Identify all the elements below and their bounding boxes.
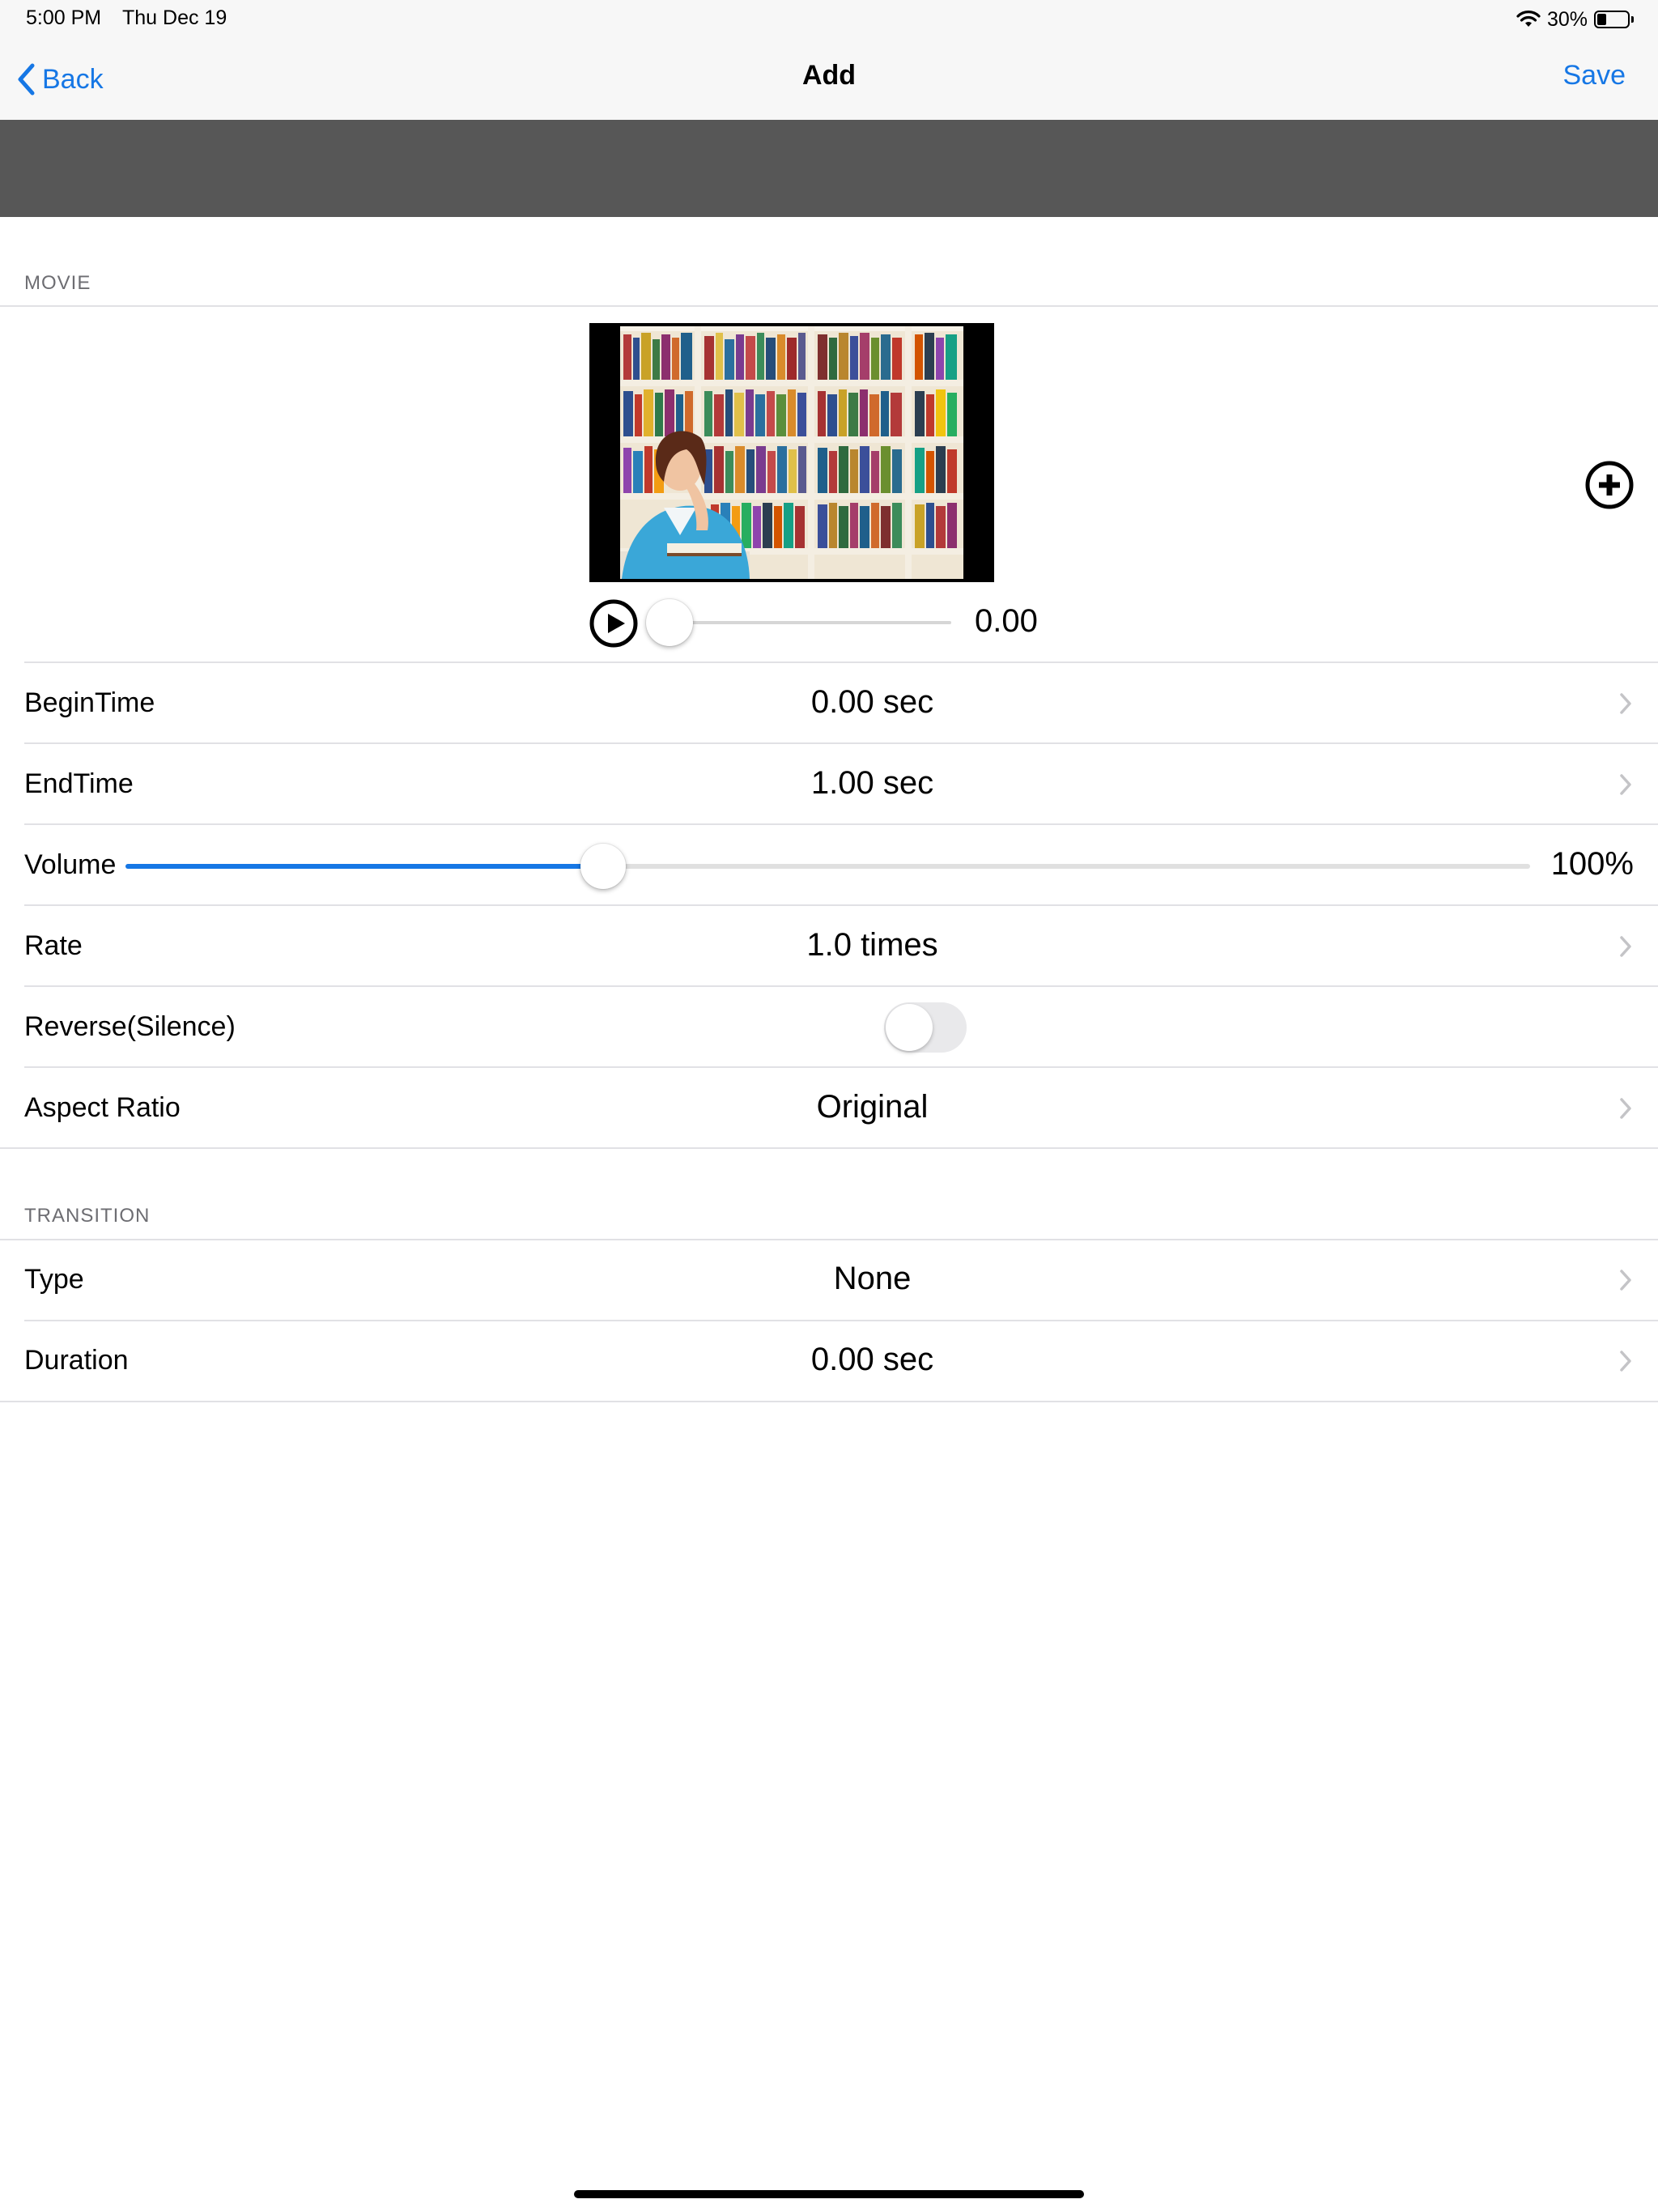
playback-time: 0.00	[975, 603, 1038, 639]
volume-value: 100%	[1550, 846, 1634, 882]
save-button[interactable]: Save	[1563, 60, 1626, 91]
wifi-icon	[1516, 11, 1541, 27]
playback-scrubber-thumb[interactable]	[646, 599, 693, 646]
banner	[0, 120, 1658, 217]
home-indicator[interactable]	[574, 2190, 1084, 2198]
add-circle-icon[interactable]	[1584, 460, 1635, 510]
movie-thumbnail[interactable]	[589, 323, 994, 582]
chevron-right-icon	[1620, 936, 1631, 957]
status-date: Thu Dec 19	[122, 6, 227, 29]
playback-scrubber-track[interactable]	[664, 621, 951, 624]
chevron-right-icon	[1620, 693, 1631, 714]
status-time: 5:00 PM	[26, 6, 102, 29]
chevron-right-icon	[1620, 1270, 1631, 1291]
battery-nub	[1631, 16, 1634, 23]
toggle-knob	[886, 1004, 933, 1051]
separator	[0, 305, 1658, 307]
battery-level	[1597, 14, 1606, 25]
chevron-right-icon	[1620, 1098, 1631, 1119]
separator	[24, 985, 1658, 987]
reverse-toggle[interactable]	[884, 1002, 967, 1053]
separator	[0, 1401, 1658, 1402]
status-bar	[0, 0, 1658, 39]
reverse-label: Reverse(Silence)	[24, 1011, 236, 1042]
volume-label: Volume	[24, 849, 117, 880]
begin-time-value: 0.00 sec	[810, 684, 934, 720]
page-title: Add	[801, 60, 857, 91]
end-time-value: 1.00 sec	[810, 765, 934, 801]
chevron-right-icon	[1620, 1351, 1631, 1372]
rate-value: 1.0 times	[806, 927, 938, 963]
play-icon[interactable]	[589, 598, 639, 649]
aspect-ratio-value: Original	[816, 1089, 929, 1125]
transition-duration-value: 0.00 sec	[810, 1342, 934, 1377]
volume-slider-thumb[interactable]	[580, 844, 626, 889]
volume-slider-fill	[125, 864, 603, 869]
section-header-movie: MOVIE	[24, 272, 91, 294]
separator	[24, 823, 1658, 825]
transition-type-value: None	[833, 1261, 912, 1296]
chevron-right-icon	[1620, 774, 1631, 795]
status-indicators: 30%	[1516, 6, 1634, 32]
movie-preview-image	[589, 323, 994, 582]
battery-percent: 30%	[1546, 7, 1588, 31]
section-header-transition: TRANSITION	[24, 1205, 151, 1227]
separator	[0, 1147, 1658, 1149]
battery-icon	[1594, 11, 1630, 28]
